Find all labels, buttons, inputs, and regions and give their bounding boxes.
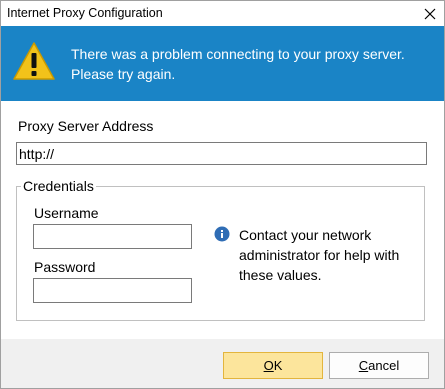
- ok-button[interactable]: OK: [223, 352, 323, 379]
- password-input[interactable]: [33, 278, 192, 303]
- ok-accel: O: [263, 358, 274, 373]
- username-label: Username: [34, 205, 99, 221]
- info-icon: [214, 226, 230, 242]
- proxy-config-dialog: Internet Proxy Configuration There was a…: [0, 0, 445, 389]
- error-message: There was a problem connecting to your p…: [71, 46, 405, 82]
- proxy-address-input[interactable]: [16, 142, 427, 165]
- warning-icon: [13, 42, 55, 80]
- button-bar: OK Cancel: [1, 339, 444, 388]
- cancel-accel: C: [358, 358, 369, 373]
- username-input[interactable]: [33, 224, 192, 249]
- credentials-legend: Credentials: [23, 178, 94, 194]
- password-label: Password: [34, 259, 96, 275]
- title-bar: Internet Proxy Configuration: [1, 1, 444, 26]
- window-title: Internet Proxy Configuration: [7, 6, 163, 20]
- error-banner: There was a problem connecting to your p…: [1, 26, 444, 101]
- proxy-address-label: Proxy Server Address: [18, 118, 154, 134]
- cancel-label-rest: ancel: [368, 358, 400, 373]
- info-text: Contact your network administrator for h…: [239, 227, 400, 283]
- close-icon[interactable]: [420, 4, 440, 24]
- ok-label-rest: K: [273, 358, 283, 373]
- cancel-button[interactable]: Cancel: [329, 352, 429, 379]
